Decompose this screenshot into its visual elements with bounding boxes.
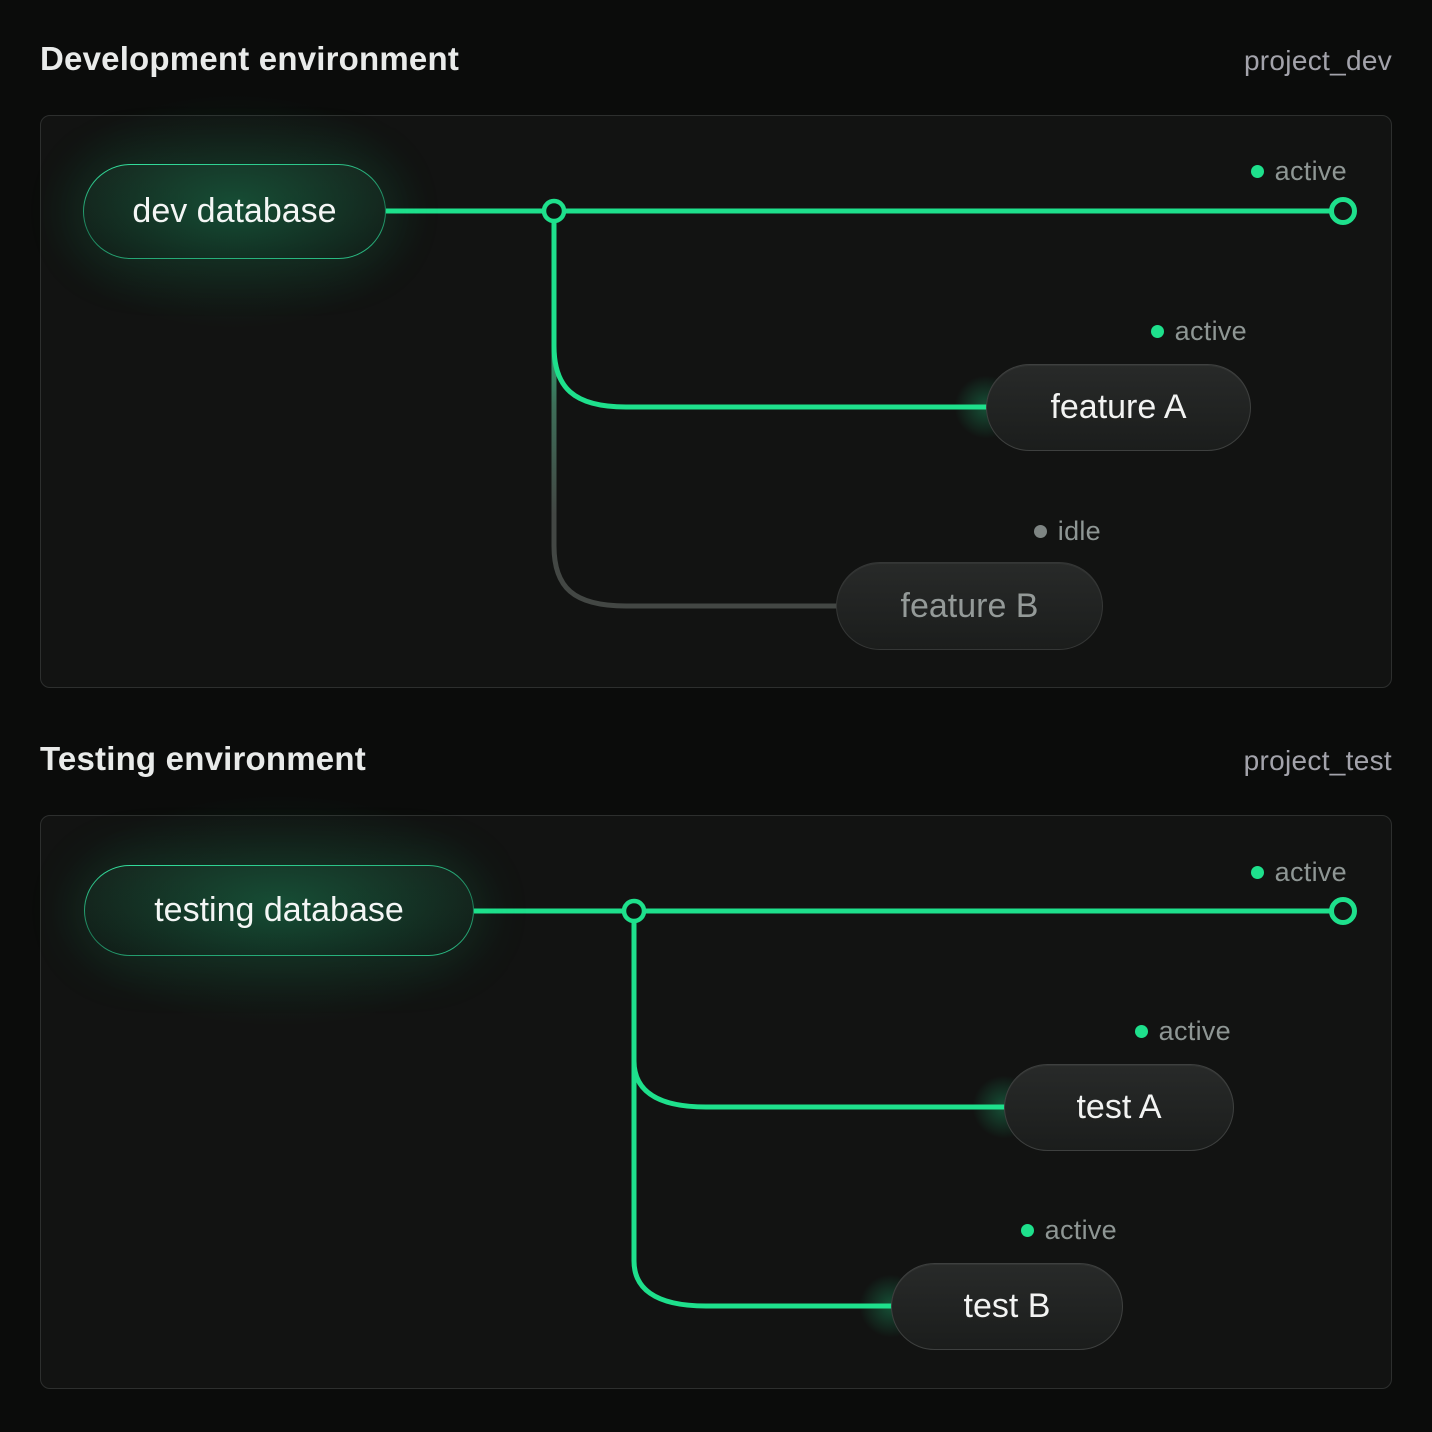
status-label: active xyxy=(1275,857,1347,888)
node-test-a[interactable]: test A xyxy=(1004,1064,1234,1151)
status-label: idle xyxy=(1058,516,1101,547)
status-test-a: active xyxy=(1135,1016,1231,1047)
branch-line-test-a[interactable] xyxy=(634,911,1004,1107)
status-feature-b: idle xyxy=(1034,516,1101,547)
status-test-b: active xyxy=(1021,1215,1117,1246)
node-testing-database[interactable]: testing database xyxy=(84,865,474,956)
status-test-main: active xyxy=(1251,857,1347,888)
node-test-b-label: test B xyxy=(964,1287,1051,1326)
node-test-a-label: test A xyxy=(1076,1088,1161,1127)
status-dot-active-icon xyxy=(1151,325,1164,338)
test-project-label: project_test xyxy=(1244,745,1392,777)
test-panel: testing database active active test A ac… xyxy=(40,815,1392,1389)
status-dot-active-icon xyxy=(1251,866,1264,879)
node-test-b[interactable]: test B xyxy=(891,1263,1123,1350)
branch-line-feature-a[interactable] xyxy=(554,211,986,407)
node-feature-b-label: feature B xyxy=(901,587,1039,626)
node-dev-database-label: dev database xyxy=(132,192,336,231)
node-feature-a[interactable]: feature A xyxy=(986,364,1251,451)
node-testing-database-label: testing database xyxy=(154,891,404,930)
branch-junction-node-dev[interactable] xyxy=(544,201,564,221)
status-label: active xyxy=(1159,1016,1231,1047)
dev-panel: dev database active active feature A idl… xyxy=(40,115,1392,688)
status-dev-main: active xyxy=(1251,156,1347,187)
status-dot-active-icon xyxy=(1251,165,1264,178)
status-label: active xyxy=(1275,156,1347,187)
main-branch-endpoint-dev[interactable] xyxy=(1332,200,1355,223)
status-dot-active-icon xyxy=(1135,1025,1148,1038)
branch-junction-node-test[interactable] xyxy=(624,901,644,921)
node-feature-a-label: feature A xyxy=(1050,388,1186,427)
status-feature-a: active xyxy=(1151,316,1247,347)
dev-project-label: project_dev xyxy=(1244,45,1392,77)
main-branch-endpoint-test[interactable] xyxy=(1332,900,1355,923)
node-dev-database[interactable]: dev database xyxy=(83,164,386,259)
status-dot-active-icon xyxy=(1021,1224,1034,1237)
node-feature-b[interactable]: feature B xyxy=(836,562,1103,650)
status-dot-idle-icon xyxy=(1034,525,1047,538)
status-label: active xyxy=(1175,316,1247,347)
status-label: active xyxy=(1045,1215,1117,1246)
